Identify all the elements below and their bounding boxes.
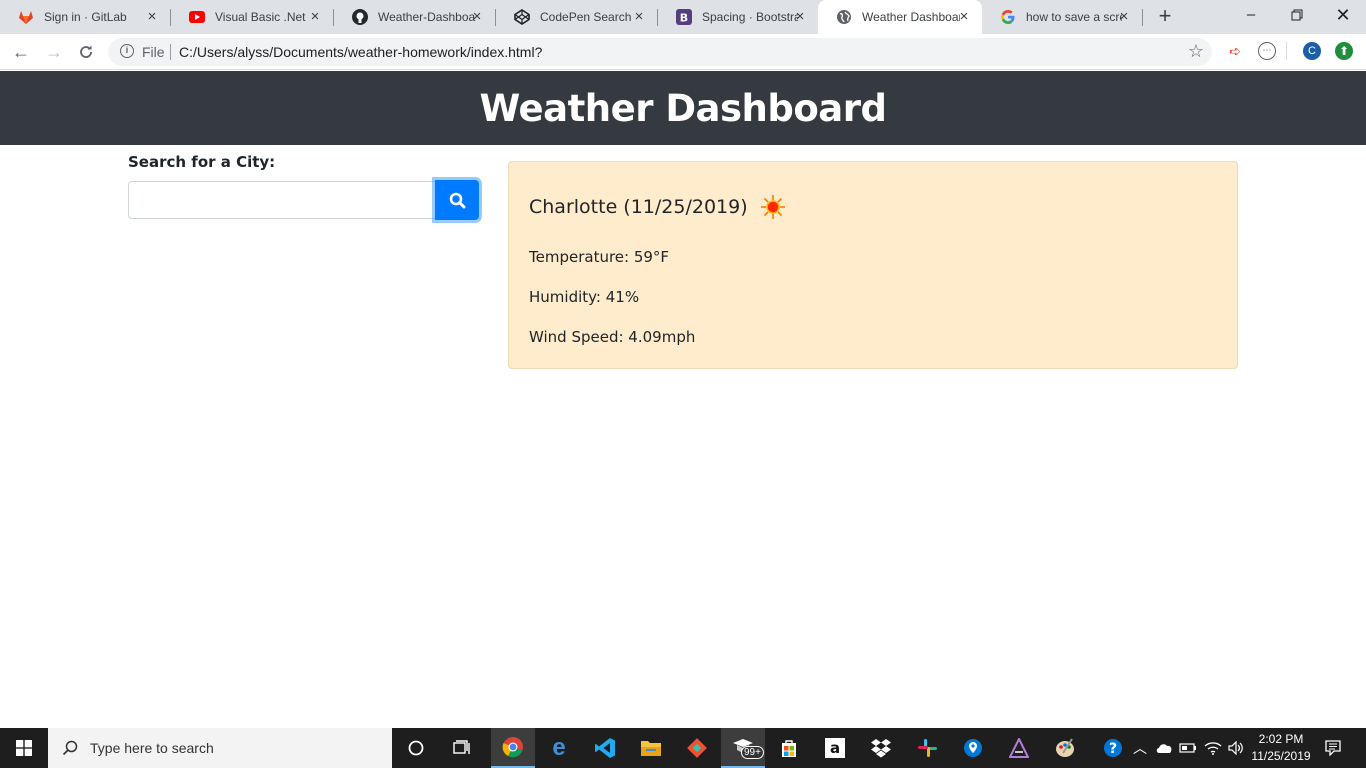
store-taskbar-icon[interactable] <box>767 728 811 768</box>
back-button[interactable]: ← <box>8 39 34 65</box>
show-hidden-icons-chevron-icon[interactable]: ︿ <box>1130 728 1150 768</box>
city-search-input[interactable] <box>128 181 437 219</box>
start-button[interactable] <box>0 728 48 768</box>
mail-badge: 99+ <box>741 746 764 759</box>
scheme-label: File <box>142 44 165 60</box>
tab-bootstrap[interactable]: B Spacing · Bootstrap × <box>658 0 818 34</box>
extension-arrow-icon[interactable]: ➪ <box>1226 42 1244 60</box>
gitlab-icon <box>18 9 34 25</box>
onedrive-tray-icon[interactable] <box>1153 728 1175 768</box>
codepen-icon <box>514 9 530 25</box>
amazon-taskbar-icon[interactable]: a <box>813 728 857 768</box>
current-weather-card: Charlotte (11/25/2019) Temperature: 59°F… <box>508 161 1238 369</box>
restore-button[interactable] <box>1274 0 1320 30</box>
search-icon <box>449 192 465 208</box>
tab-title: Weather-Dashboard <box>378 10 476 24</box>
battery-tray-icon[interactable] <box>1177 728 1199 768</box>
bootstrap-icon: B <box>676 9 692 25</box>
tab-title: Sign in · GitLab <box>44 10 127 24</box>
minimize-button[interactable]: – <box>1228 0 1274 30</box>
tab-title: Visual Basic .Net : S <box>215 10 307 24</box>
tab-youtube[interactable]: Visual Basic .Net : S × <box>171 0 333 34</box>
wind-speed-text: Wind Speed: 4.09mph <box>529 328 696 346</box>
slack-taskbar-icon[interactable] <box>905 728 949 768</box>
taskbar-search-placeholder: Type here to search <box>90 740 214 756</box>
help-tray-icon[interactable]: ? <box>1100 728 1126 768</box>
extension-circle-icon[interactable]: ⋯ <box>1258 42 1276 60</box>
tab-title: Weather Dashboard <box>862 10 960 24</box>
page-title: Weather Dashboard <box>479 86 887 130</box>
toolbar-separator <box>1286 42 1287 60</box>
close-tab-icon[interactable]: × <box>307 9 323 25</box>
browser-toolbar: ← → i File C:/Users/alyss/Documents/weat… <box>0 34 1366 70</box>
tab-title: Spacing · Bootstrap <box>702 10 798 24</box>
chrome-taskbar-icon[interactable] <box>491 728 535 768</box>
windows-logo-icon <box>16 740 32 756</box>
header-banner: Weather Dashboard <box>0 71 1366 145</box>
action-center-icon[interactable] <box>1320 728 1346 768</box>
address-bar[interactable]: i File C:/Users/alyss/Documents/weather-… <box>108 38 1212 66</box>
close-tab-icon[interactable]: × <box>144 9 160 25</box>
dropbox-taskbar-icon[interactable] <box>859 728 903 768</box>
new-tab-button[interactable]: + <box>1152 4 1178 30</box>
tab-github[interactable]: Weather-Dashboard × <box>334 0 495 34</box>
edge-taskbar-icon[interactable]: e <box>537 728 581 768</box>
search-icon <box>62 740 78 756</box>
tab-google[interactable]: how to save a scree × <box>982 0 1142 34</box>
profile-avatar[interactable]: C <box>1303 42 1321 60</box>
sun-icon <box>760 195 785 219</box>
git-kraken-taskbar-icon[interactable] <box>675 728 719 768</box>
mail-taskbar-icon[interactable]: 99+ <box>721 728 765 768</box>
tab-gitlab[interactable]: Sign in · GitLab × <box>0 0 170 34</box>
svg-text:B: B <box>680 12 688 25</box>
paint-taskbar-icon[interactable] <box>1043 728 1087 768</box>
forward-button[interactable]: → <box>41 39 67 65</box>
web-page: Weather Dashboard Search for a City: Cha… <box>0 71 1366 728</box>
address-url[interactable]: C:/Users/alyss/Documents/weather-homewor… <box>179 44 542 60</box>
clock-date: 11/25/2019 <box>1251 749 1311 763</box>
clock-time: 2:02 PM <box>1258 732 1304 746</box>
github-icon <box>352 9 368 25</box>
bookmark-star-icon[interactable]: ☆ <box>1188 41 1204 62</box>
file-explorer-taskbar-icon[interactable] <box>629 728 673 768</box>
tab-strip: Sign in · GitLab × Visual Basic .Net : S… <box>0 0 1366 34</box>
svg-text:?: ? <box>1109 741 1117 757</box>
windows-taskbar: Type here to search e 99+ a ? ︿ 2:02 PM … <box>0 728 1366 768</box>
reload-button[interactable] <box>73 39 99 65</box>
update-arrow-icon[interactable]: ⬆ <box>1335 42 1353 60</box>
maps-taskbar-icon[interactable] <box>951 728 995 768</box>
city-date-heading: Charlotte (11/25/2019) <box>529 194 786 220</box>
vscode-taskbar-icon[interactable] <box>583 728 627 768</box>
taskbar-clock[interactable]: 2:02 PM 11/25/2019 <box>1244 731 1318 765</box>
info-icon[interactable]: i <box>120 44 134 58</box>
svg-text:a: a <box>830 739 840 757</box>
cortana-icon[interactable] <box>394 728 438 768</box>
close-tab-icon[interactable]: × <box>792 9 808 25</box>
task-view-icon[interactable] <box>440 728 484 768</box>
close-window-button[interactable]: ✕ <box>1320 0 1366 30</box>
google-icon <box>1000 9 1016 25</box>
city-date-text: Charlotte (11/25/2019) <box>529 196 748 218</box>
close-tab-icon[interactable]: × <box>1116 9 1132 25</box>
humidity-text: Humidity: 41% <box>529 288 640 306</box>
globe-icon <box>836 9 852 25</box>
vs-taskbar-icon[interactable] <box>997 728 1041 768</box>
search-label: Search for a City: <box>128 153 276 171</box>
volume-tray-icon[interactable] <box>1226 728 1246 768</box>
close-tab-icon[interactable]: × <box>956 9 972 25</box>
close-tab-icon[interactable]: × <box>469 9 485 25</box>
tab-weather-dashboard[interactable]: Weather Dashboard × <box>818 0 982 34</box>
youtube-icon <box>189 9 205 25</box>
address-separator <box>170 44 171 60</box>
search-button[interactable] <box>435 180 479 220</box>
close-tab-icon[interactable]: × <box>631 9 647 25</box>
temperature-text: Temperature: 59°F <box>529 248 670 266</box>
taskbar-search-box[interactable]: Type here to search <box>48 728 392 768</box>
tab-separator <box>1142 9 1143 26</box>
tab-title: how to save a scree <box>1026 10 1122 24</box>
tab-codepen[interactable]: CodePen Search × <box>496 0 657 34</box>
wifi-tray-icon[interactable] <box>1202 728 1224 768</box>
